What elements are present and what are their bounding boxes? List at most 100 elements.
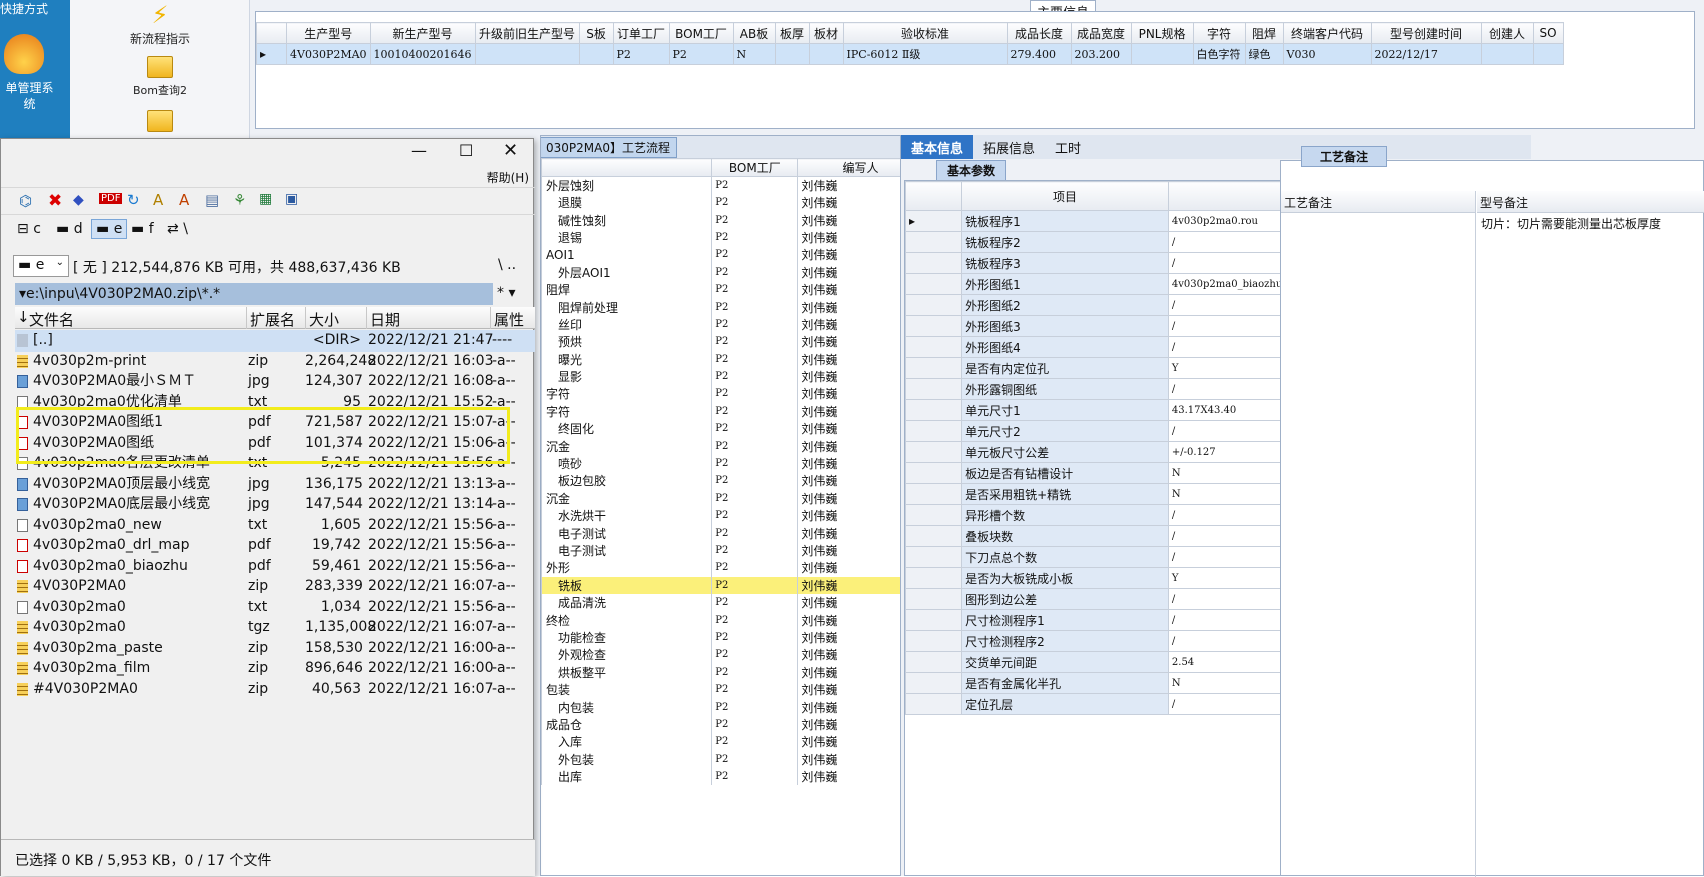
table-cell[interactable]: V030 bbox=[1282, 43, 1372, 65]
table-cell[interactable]: P2 bbox=[711, 315, 799, 334]
minimize-icon[interactable]: — bbox=[411, 141, 427, 160]
step-name[interactable]: 显影 bbox=[541, 367, 713, 386]
column-header[interactable]: 文件名 bbox=[29, 309, 74, 330]
table-cell[interactable]: P2 bbox=[711, 646, 799, 664]
column-header[interactable]: PNL规格 bbox=[1130, 22, 1194, 44]
column-header[interactable]: 型号创建时间 bbox=[1370, 22, 1482, 44]
step-name[interactable]: 电子测试 bbox=[541, 524, 713, 542]
step-name[interactable]: 沉金 bbox=[541, 437, 713, 455]
table-cell[interactable]: P2 bbox=[711, 211, 799, 229]
file-row[interactable]: 4v030p2ma_film zip 896,646 2022/12/21 16:00… bbox=[15, 658, 535, 679]
close-icon[interactable]: ✕ bbox=[503, 140, 518, 161]
column-divider[interactable] bbox=[305, 307, 306, 329]
step-name[interactable]: 阻焊前处理 bbox=[541, 298, 713, 316]
column-header[interactable]: 成品长度 bbox=[1006, 22, 1072, 44]
file-row[interactable]: #4V030P2MA0 zip 40,563 2022/12/21 16:07 -a-- bbox=[15, 679, 535, 700]
step-name[interactable]: 入库 bbox=[541, 733, 713, 751]
bom-query-tool[interactable]: Bom查询2 bbox=[115, 56, 205, 98]
table-cell[interactable]: P2 bbox=[711, 733, 799, 751]
step-name[interactable]: 烘板整平 bbox=[541, 663, 713, 681]
column-header[interactable]: 验收标准 bbox=[842, 22, 1008, 44]
table-cell[interactable]: 下刀点总个数 bbox=[961, 546, 1169, 568]
pack-icon[interactable]: ◆ bbox=[73, 192, 84, 208]
step-name[interactable]: 外观检查 bbox=[541, 646, 713, 664]
step-name[interactable]: 终固化 bbox=[541, 420, 713, 438]
refresh-icon[interactable]: ↻ bbox=[127, 191, 140, 209]
table-cell[interactable]: P2 bbox=[711, 472, 799, 490]
table-cell[interactable] bbox=[474, 43, 580, 65]
table-cell[interactable]: P2 bbox=[711, 489, 799, 508]
table-cell[interactable]: 定位孔层 bbox=[961, 693, 1169, 715]
step-name[interactable]: 成品仓 bbox=[541, 715, 713, 734]
file-row[interactable]: [..] <DIR> 2022/12/21 21:47 ---- bbox=[15, 330, 535, 351]
table-cell[interactable]: P2 bbox=[711, 663, 799, 681]
table-cell[interactable]: 铣板程序1 bbox=[961, 210, 1169, 232]
step-name[interactable]: 成品清洗 bbox=[541, 593, 713, 612]
column-header[interactable]: 日期 bbox=[370, 309, 400, 330]
table-cell[interactable]: P2 bbox=[711, 576, 799, 594]
drive-f[interactable]: ▬ f bbox=[131, 221, 154, 237]
table-cell[interactable]: 交货单元间距 bbox=[961, 651, 1169, 673]
column-divider[interactable] bbox=[366, 307, 367, 329]
step-name[interactable]: 退锡 bbox=[541, 228, 713, 247]
table-cell[interactable]: 外形图纸2 bbox=[961, 294, 1169, 316]
table-cell[interactable]: P2 bbox=[711, 263, 799, 281]
table-cell[interactable]: P2 bbox=[711, 507, 799, 525]
column-header[interactable]: 成品宽度 bbox=[1070, 22, 1132, 44]
drive-d[interactable]: ▬ d bbox=[56, 221, 83, 237]
table-cell[interactable]: P2 bbox=[711, 385, 799, 403]
tab-process-flow[interactable]: 030P2MA0】工艺流程 bbox=[541, 137, 677, 158]
table-cell[interactable]: 外形图纸4 bbox=[961, 336, 1169, 358]
table-cell[interactable] bbox=[808, 43, 844, 65]
tree-icon[interactable]: ⚘ bbox=[233, 191, 246, 209]
column-header[interactable]: 生产型号 bbox=[286, 22, 371, 44]
table-cell[interactable]: 是否有内定位孔 bbox=[961, 357, 1169, 379]
column-header[interactable]: 新生产型号 bbox=[369, 22, 476, 44]
column-header[interactable]: SO bbox=[1532, 22, 1564, 44]
column-header[interactable]: 项目 bbox=[961, 181, 1169, 211]
table-cell[interactable]: P2 bbox=[711, 176, 799, 194]
table-cell[interactable]: P2 bbox=[711, 420, 799, 438]
table-cell[interactable]: 板边是否有钻槽设计 bbox=[961, 462, 1169, 484]
table-cell[interactable]: P2 bbox=[711, 680, 799, 699]
table-cell[interactable]: 279.400 bbox=[1006, 43, 1072, 65]
column-header[interactable]: 板材 bbox=[808, 22, 844, 44]
column-header[interactable]: BOM工厂 bbox=[668, 22, 734, 44]
table-cell[interactable]: P2 bbox=[711, 454, 799, 473]
file-row[interactable]: 4v030p2ma0_biaozhu pdf 59,461 2022/12/21 15… bbox=[15, 556, 535, 577]
table-cell[interactable]: P2 bbox=[711, 280, 799, 299]
table-cell[interactable]: P2 bbox=[612, 43, 670, 65]
file-row[interactable]: 4V030P2MA0 zip 283,339 2022/12/21 16:07 -a-- bbox=[15, 576, 535, 597]
tab-worktime[interactable]: 工时 bbox=[1045, 135, 1091, 160]
file-row[interactable]: 4v030p2ma_paste zip 158,530 2022/12/21 16:0… bbox=[15, 638, 535, 659]
table-cell[interactable] bbox=[578, 43, 614, 65]
table-cell[interactable]: 单元尺寸1 bbox=[961, 399, 1169, 421]
table-cell[interactable]: 4V030P2MA0 bbox=[286, 43, 371, 65]
column-header[interactable]: 订单工厂 bbox=[612, 22, 670, 44]
table-cell[interactable]: 单元尺寸2 bbox=[961, 420, 1169, 442]
step-name[interactable]: 丝印 bbox=[541, 315, 713, 334]
table-cell[interactable] bbox=[774, 43, 810, 65]
table-cell[interactable]: 铣板程序3 bbox=[961, 252, 1169, 274]
drive-network[interactable]: ⇄ \ bbox=[167, 221, 188, 237]
table-cell[interactable]: P2 bbox=[711, 437, 799, 455]
table-cell[interactable]: 图形到边公差 bbox=[961, 588, 1169, 610]
table-cell[interactable]: P2 bbox=[711, 541, 799, 560]
step-name[interactable]: 板边包胶 bbox=[541, 472, 713, 490]
tab-remarks[interactable]: 工艺备注 bbox=[1301, 146, 1388, 167]
step-name[interactable]: 外包装 bbox=[541, 750, 713, 768]
step-name[interactable]: 水洗烘干 bbox=[541, 507, 713, 525]
table-cell[interactable]: P2 bbox=[711, 715, 799, 734]
table-cell[interactable]: P2 bbox=[711, 194, 799, 212]
step-name[interactable]: 铣板 bbox=[541, 576, 713, 594]
column-header[interactable]: 大小 bbox=[309, 309, 339, 330]
column-header[interactable]: 扩展名 bbox=[250, 309, 295, 330]
table-cell[interactable]: 是否为大板铣成小板 bbox=[961, 567, 1169, 589]
table-cell[interactable]: 是否有金属化半孔 bbox=[961, 672, 1169, 694]
step-name[interactable]: 阻焊 bbox=[541, 280, 713, 299]
table-cell[interactable]: 尺寸检测程序2 bbox=[961, 630, 1169, 652]
pdf-icon[interactable]: PDF bbox=[99, 193, 123, 204]
step-name[interactable]: 内包装 bbox=[541, 698, 713, 716]
printer-icon[interactable]: ▤ bbox=[205, 191, 219, 209]
step-name[interactable]: 电子测试 bbox=[541, 541, 713, 560]
